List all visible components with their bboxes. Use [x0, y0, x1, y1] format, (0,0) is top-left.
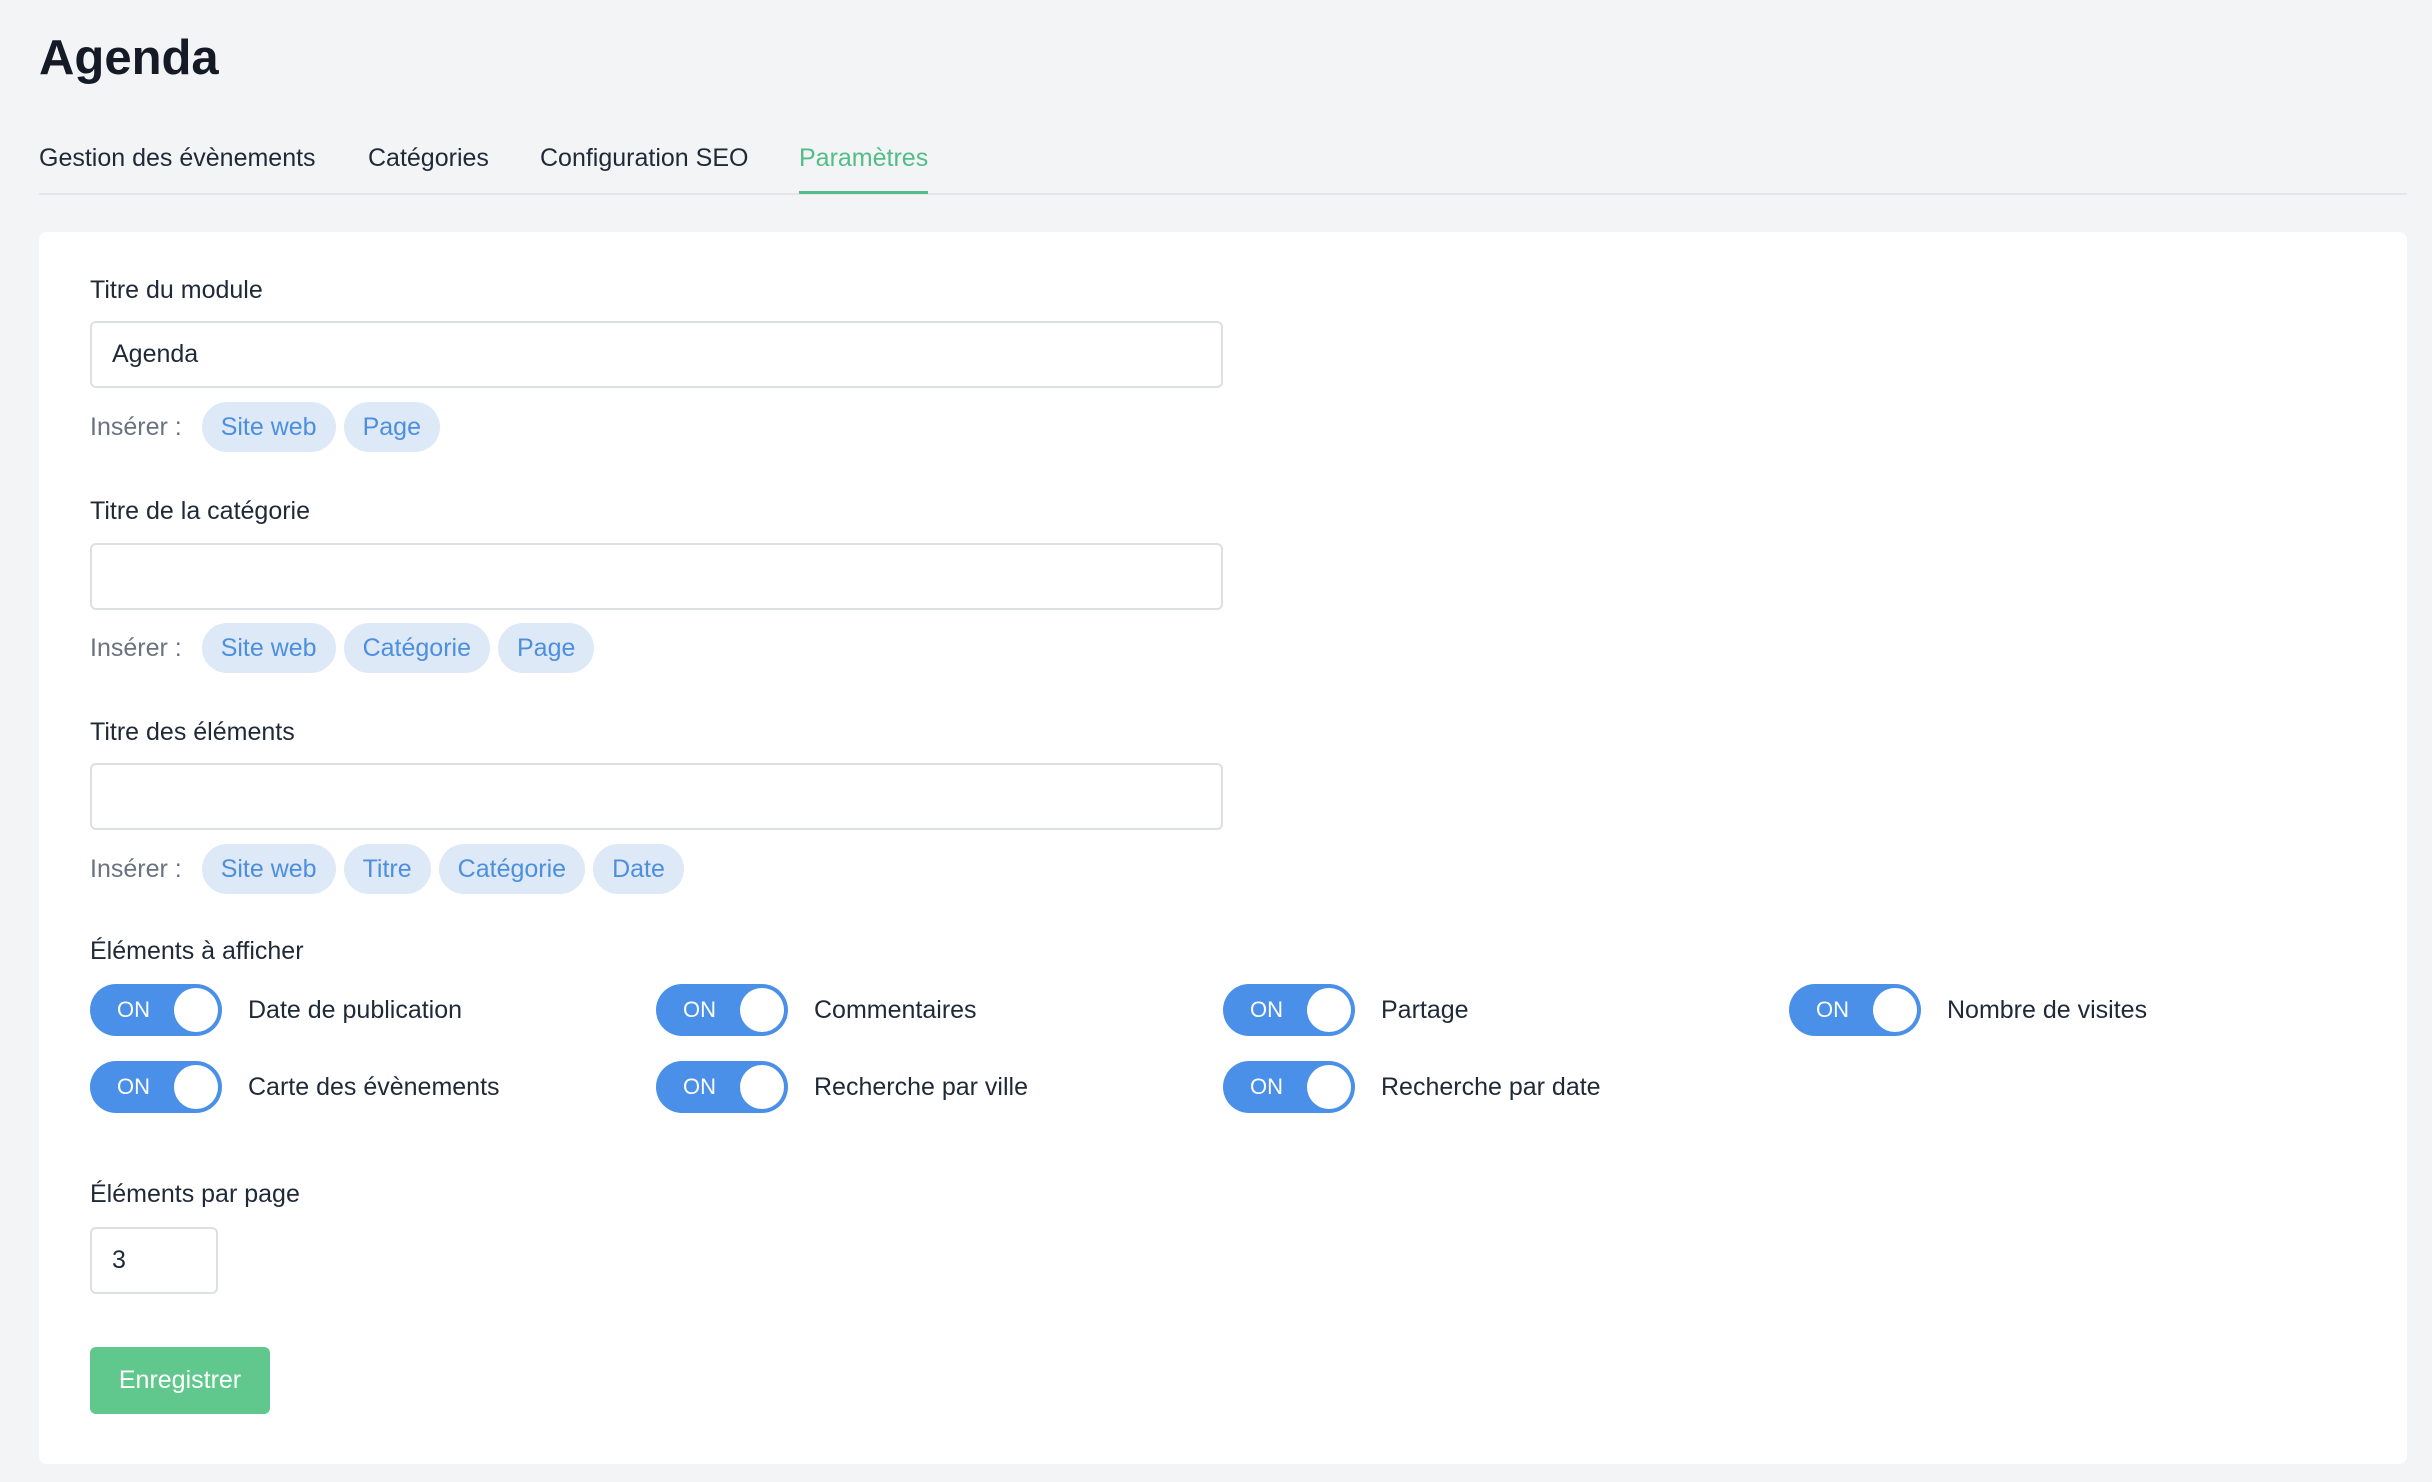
insert-chip-title[interactable]: Titre: [343, 844, 431, 894]
toggle-label: Recherche par date: [1381, 1072, 1601, 1101]
toggle-on-text: ON: [1816, 997, 1849, 1022]
toggle-item-event-map: ON Carte des évènements: [90, 1061, 500, 1113]
publication-date-toggle[interactable]: ON: [90, 984, 222, 1036]
toggle-item-search-by-date: ON Recherche par date: [1223, 1061, 1601, 1113]
toggle-item-publication-date: ON Date de publication: [90, 984, 462, 1036]
toggle-on-text: ON: [683, 1074, 716, 1099]
toggle-on-text: ON: [683, 997, 716, 1022]
toggle-item-search-by-city: ON Recherche par ville: [656, 1061, 1028, 1113]
insert-chip-category[interactable]: Catégorie: [438, 844, 586, 894]
insert-chip-site-web[interactable]: Site web: [201, 623, 336, 673]
page: Agenda Gestion des évènements Catégories…: [0, 0, 2432, 1482]
toggle-label: Partage: [1381, 995, 1469, 1024]
module-title-input[interactable]: [90, 321, 1223, 388]
event-map-toggle[interactable]: ON: [90, 1061, 222, 1113]
toggle-label: Commentaires: [814, 995, 977, 1024]
comments-toggle[interactable]: ON: [656, 984, 788, 1036]
per-page-input[interactable]: [90, 1227, 218, 1294]
toggle-on-text: ON: [1250, 1074, 1283, 1099]
insert-chip-date[interactable]: Date: [593, 844, 684, 894]
toggle-label: Carte des évènements: [248, 1072, 500, 1101]
insert-label: Insérer :: [90, 412, 182, 441]
toggle-label: Recherche par ville: [814, 1072, 1028, 1101]
visit-count-toggle[interactable]: ON: [1789, 984, 1921, 1036]
display-elements-label: Éléments à afficher: [90, 937, 304, 965]
toggle-knob: [1307, 988, 1351, 1032]
toggle-item-comments: ON Commentaires: [656, 984, 977, 1036]
tab-event-management[interactable]: Gestion des évènements: [39, 134, 316, 193]
tab-seo-configuration[interactable]: Configuration SEO: [540, 134, 748, 193]
module-title-label: Titre du module: [90, 276, 263, 304]
elements-title-insert-row: Insérer : Site web Titre Catégorie Date: [90, 844, 684, 894]
tab-bar: Gestion des évènements Catégories Config…: [39, 134, 2407, 195]
insert-chip-site-web[interactable]: Site web: [201, 844, 336, 894]
toggle-knob: [1873, 988, 1917, 1032]
toggle-label: Nombre de visites: [1947, 995, 2148, 1024]
insert-label: Insérer :: [90, 854, 182, 883]
search-by-city-toggle[interactable]: ON: [656, 1061, 788, 1113]
tab-categories[interactable]: Catégories: [368, 134, 489, 193]
category-title-input[interactable]: [90, 543, 1223, 610]
per-page-label: Éléments par page: [90, 1180, 300, 1208]
toggle-knob: [1307, 1065, 1351, 1109]
module-title-insert-row: Insérer : Site web Page: [90, 402, 440, 452]
toggle-knob: [174, 988, 218, 1032]
insert-chip-page[interactable]: Page: [343, 402, 440, 452]
toggle-item-visit-count: ON Nombre de visites: [1789, 984, 2147, 1036]
category-title-insert-row: Insérer : Site web Catégorie Page: [90, 623, 595, 673]
toggle-on-text: ON: [117, 1074, 150, 1099]
tab-settings[interactable]: Paramètres: [799, 134, 929, 194]
search-by-date-toggle[interactable]: ON: [1223, 1061, 1355, 1113]
insert-label: Insérer :: [90, 633, 182, 662]
elements-title-input[interactable]: [90, 763, 1223, 830]
category-title-label: Titre de la catégorie: [90, 497, 311, 525]
elements-title-label: Titre des éléments: [90, 718, 295, 746]
toggle-knob: [740, 1065, 784, 1109]
toggle-item-sharing: ON Partage: [1223, 984, 1469, 1036]
insert-chip-page[interactable]: Page: [498, 623, 595, 673]
toggle-knob: [740, 988, 784, 1032]
toggle-knob: [174, 1065, 218, 1109]
page-title: Agenda: [39, 31, 219, 85]
toggle-on-text: ON: [117, 997, 150, 1022]
insert-chip-site-web[interactable]: Site web: [201, 402, 336, 452]
sharing-toggle[interactable]: ON: [1223, 984, 1355, 1036]
toggle-label: Date de publication: [248, 995, 463, 1024]
insert-chip-category[interactable]: Catégorie: [343, 623, 490, 673]
toggle-on-text: ON: [1250, 997, 1283, 1022]
settings-card: Titre du module Insérer : Site web Page …: [39, 232, 2407, 1464]
save-button[interactable]: Enregistrer: [90, 1347, 270, 1414]
